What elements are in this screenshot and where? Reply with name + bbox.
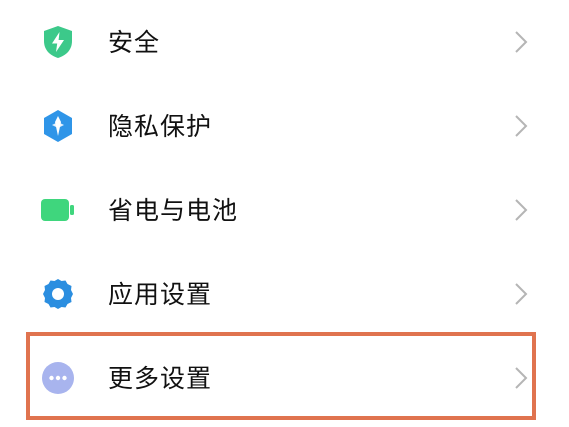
settings-item-label: 应用设置 [108,279,213,309]
more-dots-icon [40,360,76,396]
settings-item-privacy[interactable]: 隐私保护 [0,84,569,168]
settings-item-label: 安全 [108,27,161,57]
chevron-right-icon [513,365,529,391]
battery-icon [40,192,76,228]
settings-item-battery[interactable]: 省电与电池 [0,168,569,252]
chevron-right-icon [513,29,529,55]
shield-lightning-icon [40,24,76,60]
settings-item-security[interactable]: 安全 [0,0,569,84]
chevron-right-icon [513,113,529,139]
settings-item-label: 省电与电池 [108,195,239,225]
chevron-right-icon [513,281,529,307]
settings-item-label: 更多设置 [108,363,213,393]
chevron-right-icon [513,197,529,223]
settings-item-app-settings[interactable]: 应用设置 [0,252,569,336]
gear-icon [40,276,76,312]
privacy-icon [40,108,76,144]
settings-list: 安全 隐私保护 省电与电池 应用设置 更多设置 [0,0,569,427]
settings-item-label: 隐私保护 [108,111,213,141]
settings-item-more-settings[interactable]: 更多设置 [0,336,569,420]
